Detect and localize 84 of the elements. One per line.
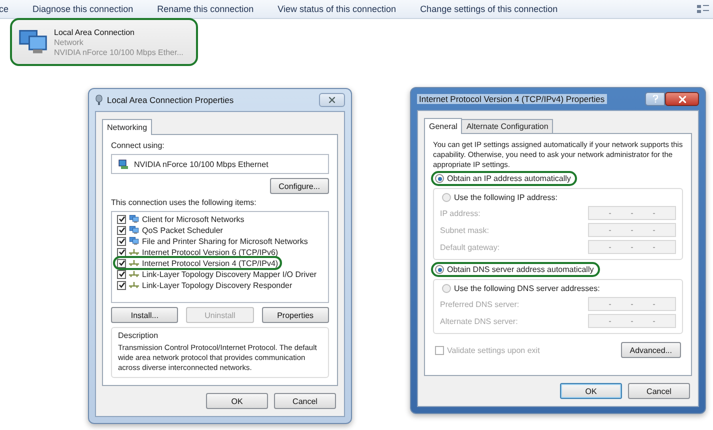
checkbox[interactable] <box>117 258 126 268</box>
protocol-icon <box>129 259 139 267</box>
advanced-button[interactable]: Advanced... <box>620 342 681 358</box>
ip-address-field[interactable] <box>588 223 676 238</box>
list-item[interactable]: Internet Protocol Version 4 (TCP/IPv4) <box>115 258 280 268</box>
checkbox[interactable] <box>117 248 126 256</box>
list-item[interactable]: File and Printer Sharing for Microsoft Networks <box>115 236 310 246</box>
connection-name: Local Area Connection <box>54 28 136 36</box>
help-button[interactable] <box>645 92 665 106</box>
tab[interactable]: General <box>424 118 462 134</box>
action-button[interactable]: Install... <box>111 307 178 323</box>
item-label: Internet Protocol Version 6 (TCP/IPv6) <box>142 248 278 256</box>
radio-label: Use the following IP address: <box>454 193 558 202</box>
computers-icon <box>129 214 139 224</box>
dialog-button[interactable]: Cancel <box>628 383 690 399</box>
item-label: Internet Protocol Version 4 (TCP/IPv4) <box>142 258 278 268</box>
list-item[interactable]: Link-Layer Topology Discovery Mapper I/O Driver <box>115 269 319 279</box>
checkbox[interactable] <box>117 280 126 290</box>
toolbar-command[interactable]: Diagnose this connection <box>30 4 136 14</box>
checkbox[interactable] <box>117 214 126 224</box>
connection-type: Network <box>54 38 84 46</box>
help-icon <box>652 95 658 103</box>
checkbox[interactable] <box>117 270 126 278</box>
tab[interactable]: Networking <box>102 119 152 135</box>
radio-option[interactable]: Obtain DNS server address automatically <box>433 264 598 276</box>
dialog-button[interactable]: OK <box>560 383 622 399</box>
ip-address-field[interactable] <box>588 297 676 312</box>
tab[interactable]: Alternate Configuration <box>461 119 554 133</box>
close-icon <box>329 97 335 103</box>
list-item[interactable]: Link-Layer Topology Discovery Responder <box>115 280 294 290</box>
radio-button[interactable] <box>442 193 451 202</box>
connection-card[interactable]: Local Area Connection Network NVIDIA nForce 10/100 Mbps Ether... <box>12 20 196 64</box>
group-title: Description <box>118 331 160 340</box>
network-adapter-icon <box>118 158 129 170</box>
checkbox-label: Validate settings upon exit <box>447 346 540 355</box>
list-item[interactable]: Internet Protocol Version 6 (TCP/IPv6) <box>115 247 280 257</box>
action-button[interactable]: Properties <box>262 307 329 323</box>
radio-option[interactable]: Use the following DNS server addresses: <box>440 283 604 294</box>
radio-button[interactable] <box>435 265 444 274</box>
protocol-icon <box>129 270 139 278</box>
toolbar-command[interactable]: Change settings of this connection <box>418 4 560 14</box>
view-options-icon[interactable] <box>697 4 709 14</box>
field-label: IP address: <box>440 208 480 218</box>
item-label: Link-Layer Topology Discovery Responder <box>142 280 292 290</box>
item-label: Client for Microsoft Networks <box>142 214 244 224</box>
radio-label: Use the following DNS server addresses: <box>454 284 600 294</box>
protocol-icon <box>129 281 139 289</box>
dialog-title: Local Area Connection Properties <box>107 95 234 105</box>
radio-label: Obtain an IP address automatically <box>447 174 571 184</box>
close-button[interactable] <box>319 93 345 107</box>
item-label: QoS Packet Scheduler <box>142 226 223 234</box>
field-label: Default gateway: <box>440 242 500 252</box>
computers-icon <box>129 236 139 246</box>
item-label: File and Printer Sharing for Microsoft Networks <box>142 236 308 246</box>
toolbar-command[interactable]: View status of this connection <box>276 4 398 14</box>
checkbox[interactable] <box>117 236 126 246</box>
protocol-icon <box>129 248 139 256</box>
connect-using-label: Connect using: <box>111 141 166 150</box>
adapter-name: NVIDIA nForce 10/100 Mbps Ethernet <box>134 160 268 168</box>
toolbar-command[interactable]: Rename this connection <box>155 4 256 14</box>
radio-option[interactable]: Use the following IP address: <box>440 192 562 204</box>
field-label: Subnet mask: <box>440 226 489 235</box>
radio-button[interactable] <box>435 174 444 184</box>
items-label: This connection uses the following items: <box>111 198 258 207</box>
radio-option[interactable]: Obtain an IP address automatically <box>433 173 575 184</box>
dialog-button[interactable]: OK <box>206 393 268 409</box>
list-item[interactable]: Client for Microsoft Networks <box>115 214 246 224</box>
computers-icon <box>129 225 139 235</box>
dialog-title: Internet Protocol Version 4 (TCP/IPv4) Properties <box>417 94 607 104</box>
close-icon <box>678 96 686 102</box>
item-label: Link-Layer Topology Discovery Mapper I/O Driver <box>142 270 317 278</box>
checkbox[interactable] <box>117 226 126 234</box>
ip-address-field[interactable] <box>588 206 676 220</box>
radio-label: Obtain DNS server address automatically <box>447 265 594 274</box>
ip-address-field[interactable] <box>588 314 676 328</box>
adapter-name: NVIDIA nForce 10/100 Mbps Ether... <box>54 48 184 56</box>
ip-address-field[interactable] <box>588 240 676 254</box>
field-label: Preferred DNS server: <box>440 300 520 309</box>
close-button[interactable] <box>665 92 699 106</box>
field-label: Alternate DNS server: <box>440 316 518 326</box>
dialog-button[interactable]: Cancel <box>274 393 336 409</box>
configure-button[interactable]: Configure... <box>270 178 329 194</box>
radio-button[interactable] <box>442 284 451 294</box>
list-item[interactable]: QoS Packet Scheduler <box>115 225 225 235</box>
